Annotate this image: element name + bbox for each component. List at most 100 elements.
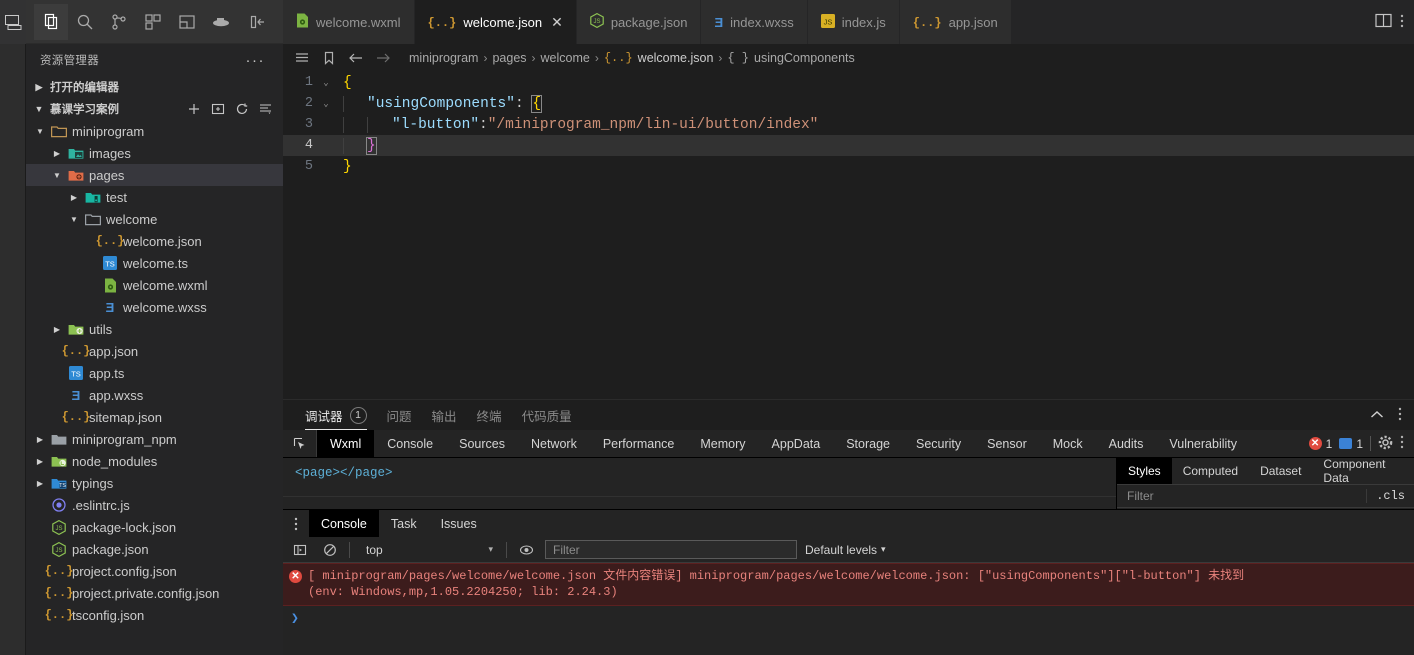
console-drawer-tab-task[interactable]: Task [379, 510, 429, 537]
close-icon[interactable]: ✕ [551, 14, 563, 31]
devtools-more-icon[interactable] [1400, 435, 1404, 452]
breadcrumb-item[interactable]: pages [492, 51, 526, 65]
breadcrumb-item[interactable]: usingComponents [754, 51, 855, 65]
collapse-sidebar-icon[interactable] [241, 4, 275, 40]
console-drawer-tab-issues[interactable]: Issues [429, 510, 489, 537]
tree-folder-miniprogram[interactable]: ▼ miniprogram [26, 120, 283, 142]
source-control-icon[interactable] [102, 4, 136, 40]
live-expression-icon[interactable] [515, 540, 537, 560]
tree-file-welcome-wxss[interactable]: Ǝwelcome.wxss [26, 296, 283, 318]
new-file-button[interactable] [183, 99, 205, 119]
devtools-tab-audits[interactable]: Audits [1096, 430, 1157, 457]
console-drawer-tab-console[interactable]: Console [309, 510, 379, 537]
tree-folder-typings[interactable]: ▶ TS typings [26, 472, 283, 494]
devtools-tab-memory[interactable]: Memory [687, 430, 758, 457]
tree-file-sitemap-json[interactable]: {..} sitemap.json [26, 406, 283, 428]
editor-line[interactable]: 1 ⌄ { [283, 72, 1414, 93]
editor-line[interactable]: 5} [283, 156, 1414, 177]
editor-tab-welcome-json[interactable]: {..} welcome.json ✕ [414, 0, 577, 44]
breadcrumb-item[interactable]: welcome [541, 51, 590, 65]
console-filter-input[interactable]: Filter [545, 540, 797, 559]
bookmark-icon[interactable] [320, 51, 338, 65]
search-icon[interactable] [68, 4, 102, 40]
devtools-tab-performance[interactable]: Performance [590, 430, 688, 457]
tree-folder-utils[interactable]: ▶ utils [26, 318, 283, 340]
split-editor-icon[interactable] [1375, 13, 1392, 31]
fold-chevron-icon[interactable]: ⌄ [317, 78, 335, 88]
collapse-panel-icon[interactable] [1370, 408, 1384, 423]
tree-file-package-lock-json[interactable]: JS package-lock.json [26, 516, 283, 538]
editor-tab-index-wxss[interactable]: Ǝindex.wxss [701, 0, 808, 44]
panel-more-icon[interactable] [1398, 407, 1402, 424]
section-workspace[interactable]: ▼ 慕课学习案例 [26, 98, 283, 120]
tree-file--eslintrc-js[interactable]: .eslintrc.js [26, 494, 283, 516]
tree-file-welcome-json[interactable]: {..} welcome.json [26, 230, 283, 252]
tree-file-package-json[interactable]: JS package.json [26, 538, 283, 560]
editor-tab-package-json[interactable]: JS package.json [576, 0, 702, 44]
editor-line[interactable]: 4 } [283, 135, 1414, 156]
devtools-tab-sources[interactable]: Sources [446, 430, 518, 457]
code-editor[interactable]: 1 ⌄{2 ⌄ "usingComponents": {3 "l-button":"… [283, 72, 1414, 399]
tree-file-app-json[interactable]: {..} app.json [26, 340, 283, 362]
panel-tab-0[interactable]: 调试器 1 [295, 400, 377, 430]
styles-tab-component-data[interactable]: Component Data [1312, 457, 1414, 485]
devtools-settings-icon[interactable] [1378, 435, 1393, 453]
tree-file-welcome-wxml[interactable]: welcome.wxml [26, 274, 283, 296]
devtools-tab-appdata[interactable]: AppData [759, 430, 834, 457]
toggle-class-button[interactable]: .cls [1366, 489, 1414, 503]
breadcrumb-item[interactable]: miniprogram [409, 51, 478, 65]
panel-tab-4[interactable]: 代码质量 [512, 400, 582, 430]
panel-tab-3[interactable]: 终端 [467, 400, 512, 430]
devtools-tab-console[interactable]: Console [374, 430, 446, 457]
tree-file-project-private-config-json[interactable]: {..} project.private.config.json [26, 582, 283, 604]
panel-tab-2[interactable]: 输出 [422, 400, 467, 430]
more-actions-icon[interactable] [1400, 14, 1404, 31]
devtools-tab-mock[interactable]: Mock [1040, 430, 1096, 457]
explorer-icon[interactable] [34, 3, 68, 40]
tree-folder-pages[interactable]: ▼ pages [26, 164, 283, 186]
styles-filter-input[interactable]: Filter [1117, 489, 1366, 503]
navigate-forward-icon[interactable] [374, 51, 392, 65]
styles-tab-dataset[interactable]: Dataset [1249, 458, 1312, 484]
devtools-tab-vulnerability[interactable]: Vulnerability [1156, 430, 1250, 457]
tree-folder-welcome[interactable]: ▼ welcome [26, 208, 283, 230]
new-folder-button[interactable] [207, 99, 229, 119]
clear-console-icon[interactable] [319, 540, 341, 560]
simulator-icon[interactable] [0, 0, 26, 44]
docker-icon[interactable] [204, 4, 238, 40]
tree-folder-images[interactable]: ▶ images [26, 142, 283, 164]
styles-tab-computed[interactable]: Computed [1172, 458, 1249, 484]
tree-folder-node-modules[interactable]: ▶ node_modules [26, 450, 283, 472]
console-sidebar-icon[interactable] [289, 540, 311, 560]
console-prompt[interactable]: ❯ [283, 606, 1414, 631]
cursor-select-icon[interactable] [283, 430, 317, 457]
editor-tab-index-js[interactable]: JS index.js [807, 0, 900, 44]
editor-line[interactable]: 3 "l-button":"/miniprogram_npm/lin-ui/bu… [283, 114, 1414, 135]
console-levels-select[interactable]: Default levels ▾ [805, 543, 886, 557]
cloud-panels-icon[interactable] [170, 4, 204, 40]
collapse-all-button[interactable] [255, 99, 277, 119]
panel-tab-1[interactable]: 问题 [377, 400, 422, 430]
tree-file-welcome-ts[interactable]: TS welcome.ts [26, 252, 283, 274]
editor-line[interactable]: 2 ⌄ "usingComponents": { [283, 93, 1414, 114]
breadcrumb-item[interactable]: welcome.json [638, 51, 714, 65]
editor-tab-welcome-wxml[interactable]: welcome.wxml [283, 0, 415, 44]
devtools-tab-storage[interactable]: Storage [833, 430, 903, 457]
tree-file-app-ts[interactable]: TS app.ts [26, 362, 283, 384]
console-context-select[interactable]: top ▾ [358, 540, 498, 559]
extensions-icon[interactable] [136, 4, 170, 40]
styles-tab-styles[interactable]: Styles [1117, 458, 1172, 484]
wxml-tree-root[interactable]: <page></page> [283, 458, 1116, 496]
tree-folder-miniprogram-npm[interactable]: ▶ miniprogram_npm [26, 428, 283, 450]
tree-file-app-wxss[interactable]: Ǝapp.wxss [26, 384, 283, 406]
outline-icon[interactable] [293, 51, 311, 65]
console-error-message[interactable]: ✕ [ miniprogram/pages/welcome/welcome.js… [283, 563, 1414, 606]
devtools-tab-sensor[interactable]: Sensor [974, 430, 1040, 457]
fold-chevron-icon[interactable]: ⌄ [317, 99, 335, 109]
error-count-badge[interactable]: ✕ 1 [1308, 437, 1332, 451]
devtools-tab-wxml[interactable]: Wxml [317, 430, 375, 457]
tree-file-project-config-json[interactable]: {..} project.config.json [26, 560, 283, 582]
drawer-more-icon[interactable] [283, 510, 309, 537]
message-count-badge[interactable]: 1 [1339, 437, 1363, 451]
tree-file-tsconfig-json[interactable]: {..} tsconfig.json [26, 604, 283, 626]
